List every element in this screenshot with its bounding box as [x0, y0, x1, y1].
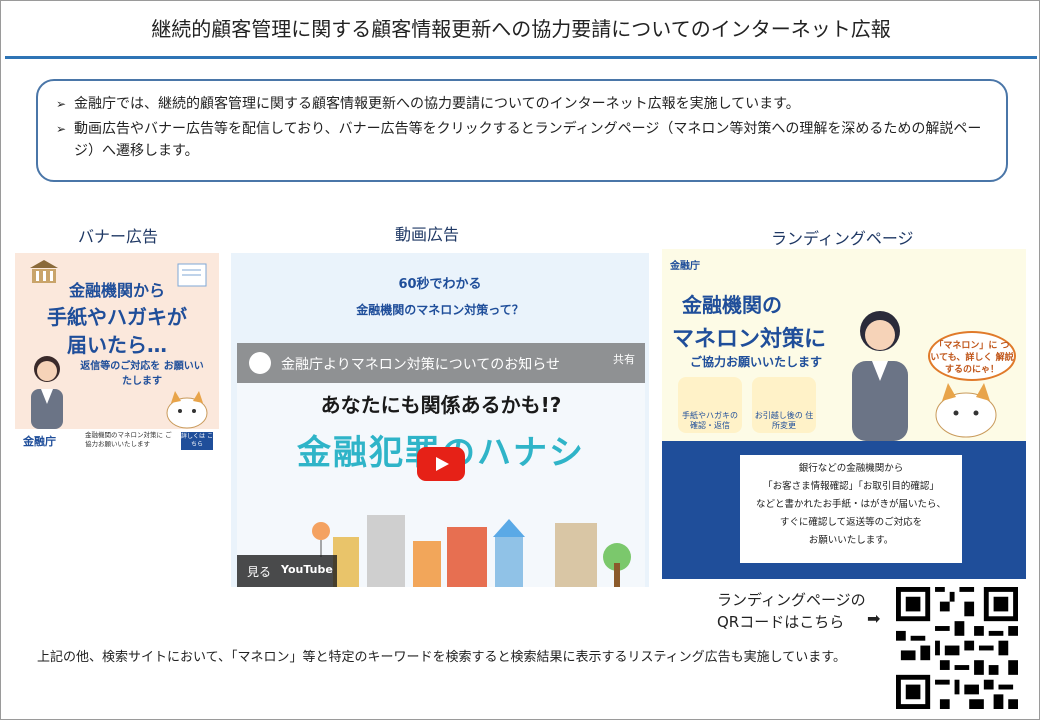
- banner-subtext: 返信等のご対応を お願いいたします: [80, 361, 204, 387]
- qr-code-icon[interactable]: [896, 587, 1018, 709]
- video-section-label: 動画広告: [395, 225, 460, 244]
- banner-details-button[interactable]: 詳しくは こちら: [181, 432, 213, 450]
- qr-label-line-2: QRコードはこちら: [717, 613, 845, 631]
- cat-speech-bubble: 「マネロン」に ついても、詳しく 解説するのにゃ！: [928, 331, 1016, 381]
- woman-illustration-icon: [31, 356, 63, 429]
- channel-avatar[interactable]: [249, 352, 271, 374]
- notice-line: 銀行などの金融機関から: [798, 463, 904, 474]
- landing-card-letters: 手紙やハガキの 確認・返信: [678, 377, 742, 433]
- landing-card-address: お引越し後の 住所変更: [752, 377, 816, 433]
- video-intro-line-2: 金融機関のマネロン対策って？: [356, 303, 524, 317]
- video-headline: あなたにも関係あるかも!?: [320, 393, 562, 417]
- bottom-note: 上記の他、検索サイトにおいて、「マネロン」等と特定のキーワードを検索すると検索結…: [37, 650, 846, 665]
- video-title[interactable]: 金融庁よりマネロン対策についてのお知らせ: [281, 354, 560, 374]
- video-top-bar: 金融庁よりマネロン対策についてのお知らせ 共有: [237, 343, 645, 383]
- watch-label: 見る: [247, 565, 272, 579]
- notice-line: お願いいたします。: [808, 535, 894, 546]
- landing-fsa-logo: 金融庁: [670, 261, 700, 272]
- cat-mascot-icon: [935, 383, 997, 438]
- notice-line: 「お客さま情報確認」「お取引目的確認」: [763, 481, 939, 492]
- video-ad: 60秒でわかる 金融機関のマネロン対策って？ 金融庁よりマネロン対策についてのお…: [231, 253, 649, 587]
- video-intro-line-1: 60秒でわかる: [398, 277, 482, 292]
- play-button-icon[interactable]: [417, 447, 465, 481]
- banner-ad[interactable]: 金融機関から 手紙やハガキが 届いたら… 返信等のご対応を お願いいたします 金…: [15, 253, 219, 453]
- fsa-logo: 金融庁: [23, 435, 56, 448]
- summary-bullet-1: 金融庁では、継続的顧客管理に関する顧客情報更新への協力要請についてのインターネッ…: [56, 93, 988, 115]
- landing-notice-box: 銀行などの金融機関から 「お客さま情報確認」「お取引目的確認」 などと書かれたお…: [740, 455, 962, 563]
- slide: 継続的顧客管理に関する顧客情報更新への協力要請についてのインターネット広報 金融…: [0, 0, 1040, 720]
- qr-label-line-1: ランディングページの: [717, 591, 866, 609]
- page-title: 継続的顧客管理に関する顧客情報更新への協力要請についてのインターネット広報: [151, 17, 891, 41]
- banner-footer-text: 金融機関のマネロン対策に ご協力お願いいたします: [85, 431, 172, 448]
- qr-label: ランディングページの QRコードはこちら: [717, 589, 866, 633]
- banner-headline-1: 金融機関から: [68, 281, 165, 300]
- video-player[interactable]: 金融庁よりマネロン対策についてのお知らせ 共有 あなたにも関係あるかも!? 金融…: [237, 343, 645, 587]
- cat-illustration-icon: [166, 391, 208, 429]
- summary-callout: 金融庁では、継続的顧客管理に関する顧客情報更新への協力要請についてのインターネッ…: [36, 79, 1008, 182]
- notice-line: すぐに確認して返送等のご対応を: [779, 517, 923, 528]
- landing-headline-2: マネロン対策に: [672, 327, 827, 352]
- landing-section-label: ランディングページ: [771, 229, 914, 248]
- youtube-logo: YouTube: [281, 563, 333, 576]
- summary-bullet-2: 動画広告やバナー広告等を配信しており、バナー広告等をクリックするとランディングペ…: [56, 118, 988, 162]
- watch-on-youtube-button[interactable]: 見る YouTube: [237, 555, 337, 587]
- woman-staff-illustration-icon: [852, 311, 908, 441]
- title-divider: [5, 56, 1037, 59]
- arrow-right-icon: ➡: [867, 609, 881, 628]
- landing-page-preview[interactable]: 金融庁 金融機関の マネロン対策に ご協力お願いいたします 手紙やハガキの 確認…: [662, 249, 1026, 579]
- share-button[interactable]: 共有: [613, 351, 635, 367]
- banner-headline-2: 手紙やハガキが: [47, 305, 187, 329]
- banner-footer: 金融庁 金融機関のマネロン対策に ご協力お願いいたします 詳しくは こちら: [15, 429, 219, 453]
- notice-line: などと書かれたお手紙・はがきが届いたら、: [755, 499, 946, 510]
- landing-headline-1: 金融機関の: [682, 293, 782, 317]
- landing-subheadline: ご協力お願いいたします: [690, 355, 823, 369]
- banner-section-label: バナー広告: [78, 227, 159, 246]
